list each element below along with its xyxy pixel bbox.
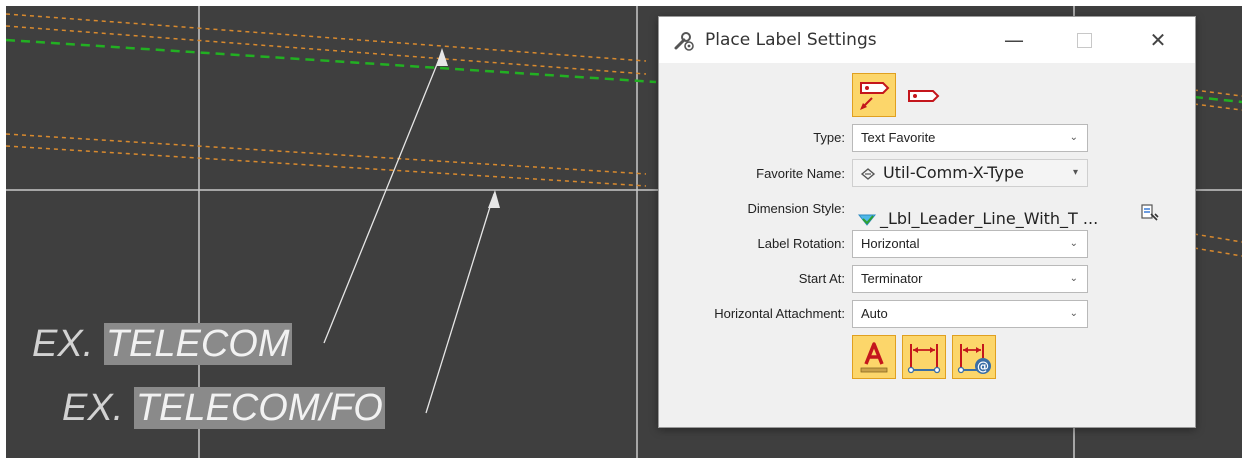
horizontal-attachment-label: Horizontal Attachment: <box>714 306 845 321</box>
arrowhead <box>436 48 448 66</box>
orange-dotted-line <box>1193 233 1242 243</box>
dimension-style-icon <box>858 214 876 226</box>
cad-text-label[interactable]: EX. TELECOM <box>32 323 292 365</box>
label-with-leader-icon <box>860 82 890 110</box>
orange-dotted-line <box>6 133 647 175</box>
dialog-title: Place Label Settings <box>705 30 877 50</box>
leader-line <box>323 51 443 344</box>
orange-dotted-line <box>6 25 647 75</box>
chevron-down-icon: ⌄ <box>1069 132 1078 143</box>
orange-dotted-line <box>1193 247 1242 257</box>
wrench-gear-icon <box>674 32 694 51</box>
cad-label-highlight: TELECOM/FO <box>133 387 385 429</box>
dimension-style-value: _Lbl_Leader_Line_With_T ... <box>880 209 1099 228</box>
green-dashed-line <box>1193 95 1242 104</box>
orange-dotted-line <box>6 13 647 62</box>
dimension-extent-icon <box>907 344 941 374</box>
start-at-select[interactable]: Terminator ⌄ <box>852 265 1088 293</box>
minimize-button[interactable]: — <box>999 25 1029 55</box>
dimension-style-label: Dimension Style: <box>747 201 845 216</box>
label-tag-button[interactable] <box>902 73 946 117</box>
chevron-down-icon: ⌄ <box>1069 273 1078 284</box>
type-value: Text Favorite <box>861 130 936 145</box>
svg-text:@: @ <box>977 360 989 374</box>
favorite-name-label: Favorite Name: <box>756 166 845 181</box>
label-tag-icon <box>908 90 940 102</box>
chevron-down-icon: ⌄ <box>1069 238 1078 249</box>
dialog-titlebar[interactable]: Place Label Settings — ✕ <box>659 17 1195 63</box>
cad-text-label[interactable]: EX. TELECOM/FO <box>62 387 385 429</box>
leader-line <box>425 193 495 414</box>
start-at-value: Terminator <box>861 271 923 286</box>
chevron-down-icon: ⌄ <box>1069 308 1078 319</box>
horizontal-attachment-value: Auto <box>861 306 888 321</box>
pick-style-icon[interactable] <box>1140 202 1160 224</box>
maximize-icon <box>1076 33 1092 48</box>
label-rotation-select[interactable]: Horizontal ⌄ <box>852 230 1088 258</box>
label-rotation-label: Label Rotation: <box>757 236 845 251</box>
cad-label-prefix: EX. <box>62 387 134 429</box>
arrowhead <box>488 190 500 208</box>
dimension-at-button[interactable]: @ <box>952 335 996 379</box>
place-label-settings-dialog: Place Label Settings — ✕ Type: Text Favo… <box>658 16 1196 428</box>
dimension-at-icon: @ <box>957 344 991 374</box>
orange-dotted-line <box>1193 89 1242 97</box>
cad-label-highlight: TELECOM <box>103 323 292 365</box>
favorite-name-value: Util-Comm-X-Type <box>883 163 1024 182</box>
label-with-leader-button[interactable] <box>852 73 896 117</box>
dimension-extent-button[interactable] <box>902 335 946 379</box>
orange-dotted-line <box>1193 103 1242 111</box>
favorite-name-select[interactable]: Util-Comm-X-Type ▾ <box>852 159 1088 187</box>
horizontal-attachment-select[interactable]: Auto ⌄ <box>852 300 1088 328</box>
text-style-button[interactable] <box>852 335 896 379</box>
dimension-style-select[interactable]: _Lbl_Leader_Line_With_T ... <box>852 204 1159 233</box>
orange-dotted-line <box>6 145 647 187</box>
type-label: Type: <box>813 130 845 145</box>
close-button[interactable]: ✕ <box>1143 25 1173 55</box>
label-rotation-value: Horizontal <box>861 236 920 251</box>
start-at-label: Start At: <box>798 271 845 286</box>
cad-label-prefix: EX. <box>32 323 104 365</box>
green-dashed-line <box>6 38 657 84</box>
dropdown-arrow-icon: ▾ <box>1072 167 1078 178</box>
type-select[interactable]: Text Favorite ⌄ <box>852 124 1088 152</box>
maximize-button[interactable] <box>1069 25 1099 55</box>
text-a-icon <box>860 342 888 373</box>
text-favorite-icon <box>860 168 876 180</box>
